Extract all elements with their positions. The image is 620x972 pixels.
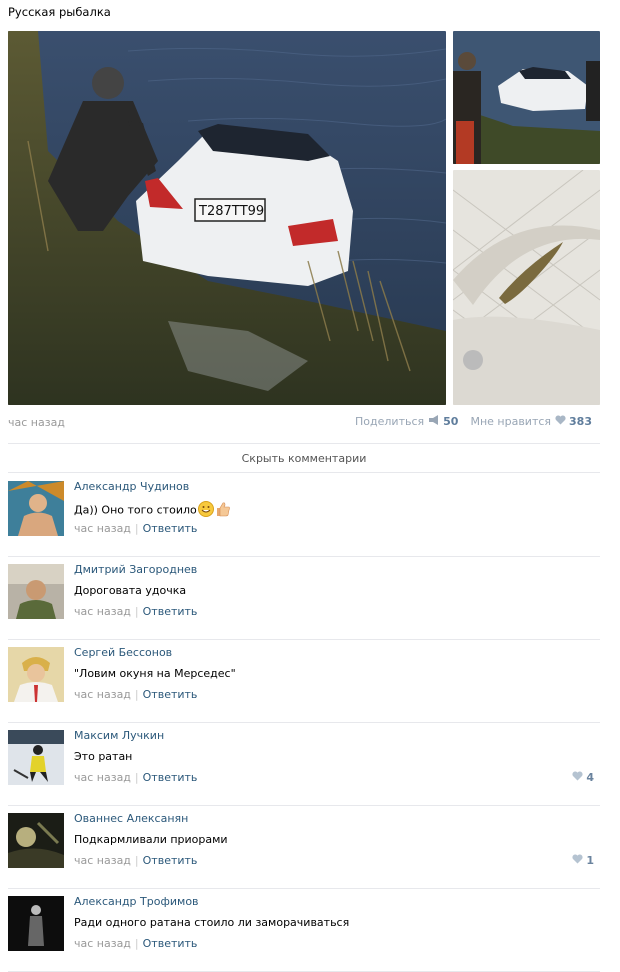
comment-item: Дмитрий Загороднев Дороговата удочка час… bbox=[8, 557, 600, 640]
reply-link[interactable]: Ответить bbox=[143, 522, 198, 535]
comment-time: час назад bbox=[74, 937, 131, 950]
post-time: час назад bbox=[8, 416, 65, 429]
comment-footer: час назад | Ответить bbox=[74, 688, 198, 701]
comment-footer: час назад | Ответить bbox=[74, 937, 198, 950]
avatar[interactable] bbox=[8, 813, 64, 868]
share-count: 50 bbox=[443, 415, 459, 428]
comment-footer: час назад | Ответить bbox=[74, 771, 198, 784]
comment-footer: час назад | Ответить bbox=[74, 522, 198, 535]
like-label: Мне нравится bbox=[470, 415, 552, 428]
reply-link[interactable]: Ответить bbox=[143, 937, 198, 950]
share-label: Поделиться bbox=[355, 415, 425, 428]
comment-item: Александр Чудинов Да)) Оно того стоило ч… bbox=[8, 474, 600, 557]
comment-author[interactable]: Максим Лучкин bbox=[74, 729, 164, 742]
smile-emoji-icon bbox=[197, 501, 214, 520]
comment-text: "Ловим окуня на Мерседес" bbox=[74, 667, 236, 680]
comment-time: час назад bbox=[74, 771, 131, 784]
comment-footer: час назад | Ответить bbox=[74, 605, 198, 618]
avatar[interactable] bbox=[8, 564, 64, 619]
post-photo-thumb-fish[interactable] bbox=[453, 170, 600, 405]
thumbs-up-emoji-icon bbox=[215, 501, 231, 520]
comment-time: час назад bbox=[74, 522, 131, 535]
reply-link[interactable]: Ответить bbox=[143, 771, 198, 784]
heart-icon bbox=[572, 854, 583, 867]
comment-author[interactable]: Сергей Бессонов bbox=[74, 646, 172, 659]
reply-link[interactable]: Ответить bbox=[143, 688, 198, 701]
heart-icon bbox=[572, 771, 583, 784]
avatar[interactable] bbox=[8, 481, 64, 536]
post-photo-thumb-car[interactable] bbox=[453, 31, 600, 164]
hide-comments-button[interactable]: Скрыть комментарии bbox=[8, 443, 600, 473]
comment-item: Александр Трофимов Ради одного ратана ст… bbox=[8, 889, 600, 972]
comment-text: Подкармливали приорами bbox=[74, 833, 228, 846]
comment-item: Сергей Бессонов "Ловим окуня на Мерседес… bbox=[8, 640, 600, 723]
comment-item: Максим Лучкин Это ратан час назад | Ответи… bbox=[8, 723, 600, 806]
share-button[interactable]: Поделиться 50 bbox=[355, 415, 458, 428]
avatar[interactable] bbox=[8, 730, 64, 785]
comment-author[interactable]: Ованнес Алексанян bbox=[74, 812, 188, 825]
post-photo-main[interactable]: Т287ТТ99 bbox=[8, 31, 446, 405]
reply-link[interactable]: Ответить bbox=[143, 854, 198, 867]
post-meta: час назад Поделиться 50 Мне нравится 383 bbox=[8, 415, 600, 431]
comment-author[interactable]: Александр Чудинов bbox=[74, 480, 189, 493]
avatar[interactable] bbox=[8, 896, 64, 951]
comment-author[interactable]: Александр Трофимов bbox=[74, 895, 199, 908]
comment-text: Это ратан bbox=[74, 750, 133, 763]
comment-text: Ради одного ратана стоило ли заморачиват… bbox=[74, 916, 350, 929]
comment-like-count: 4 bbox=[586, 771, 594, 784]
comment-time: час назад bbox=[74, 605, 131, 618]
comment-time: час назад bbox=[74, 688, 131, 701]
reply-link[interactable]: Ответить bbox=[143, 605, 198, 618]
avatar[interactable] bbox=[8, 647, 64, 702]
comment-like-count: 1 bbox=[586, 854, 594, 867]
comment-text: Дороговата удочка bbox=[74, 584, 187, 597]
megaphone-icon bbox=[428, 415, 440, 428]
like-button[interactable]: Мне нравится 383 bbox=[470, 415, 592, 428]
comment-text: Да)) Оно того стоило bbox=[74, 501, 231, 520]
like-count: 383 bbox=[569, 415, 592, 428]
comment-like-button[interactable]: 1 bbox=[572, 854, 594, 867]
heart-icon bbox=[555, 415, 566, 428]
post-title: Русская рыбалка bbox=[8, 5, 111, 19]
comment-item: Ованнес Алексанян Подкармливали приорами… bbox=[8, 806, 600, 889]
comment-time: час назад bbox=[74, 854, 131, 867]
comment-author[interactable]: Дмитрий Загороднев bbox=[74, 563, 197, 576]
comment-footer: час назад | Ответить bbox=[74, 854, 198, 867]
license-plate-text: Т287ТТ99 bbox=[198, 204, 264, 219]
comment-like-button[interactable]: 4 bbox=[572, 771, 594, 784]
comment-text-content: Да)) Оно того стоило bbox=[74, 503, 197, 517]
